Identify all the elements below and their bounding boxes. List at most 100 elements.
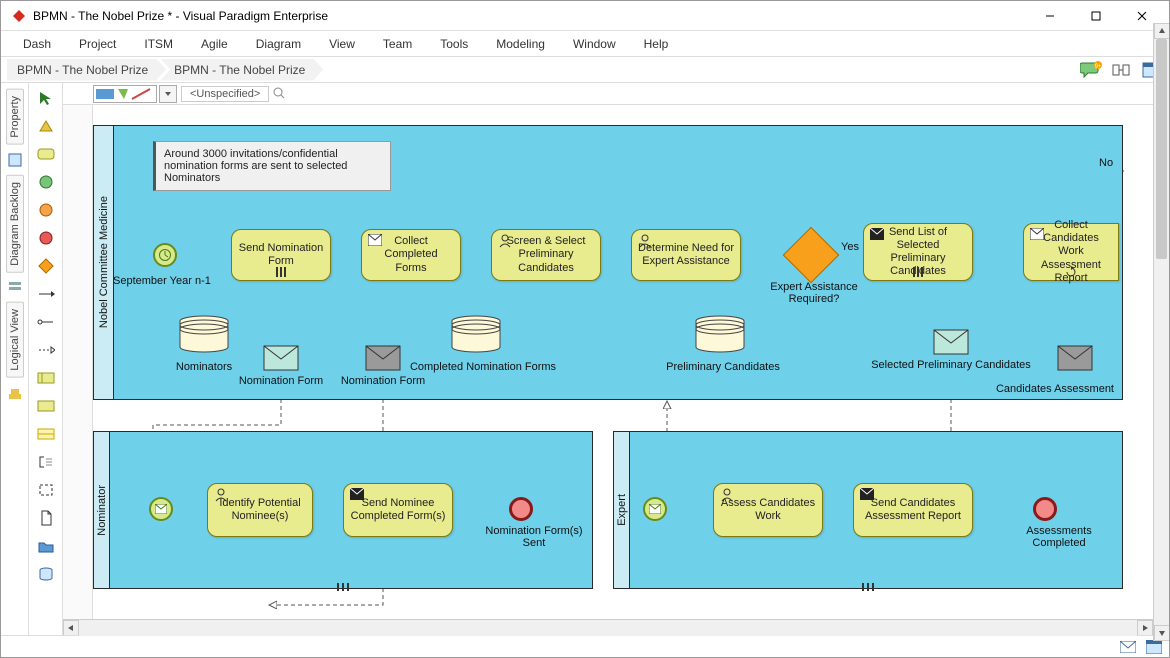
- task-send-assessment[interactable]: Send Candidates Assessment Report: [853, 483, 973, 537]
- message-icon: [368, 234, 382, 248]
- task-send-list[interactable]: Send List of Selected Preliminary Candid…: [863, 223, 973, 281]
- crumb-2[interactable]: BPMN - The Nobel Prize: [160, 59, 323, 81]
- nominator-start[interactable]: [149, 497, 173, 521]
- palette: [29, 83, 63, 635]
- vscroll-track[interactable]: [1154, 39, 1169, 625]
- sidetab-property[interactable]: Property: [6, 89, 24, 145]
- canvas-wrap: <Unspecified>: [63, 83, 1169, 635]
- menu-modeling[interactable]: Modeling: [482, 33, 559, 55]
- tool-msgflow[interactable]: [35, 339, 57, 361]
- tool-gateway[interactable]: [35, 255, 57, 277]
- tool-assoc[interactable]: [35, 311, 57, 333]
- datastore-completed-forms[interactable]: [449, 315, 503, 355]
- multi-instance-marker: [276, 267, 286, 277]
- layout-icon[interactable]: [1109, 60, 1133, 80]
- horizontal-scrollbar[interactable]: [63, 619, 1169, 635]
- tool-circle-red[interactable]: [35, 227, 57, 249]
- sidetab-backlog-icon[interactable]: [6, 278, 24, 296]
- minimize-button[interactable]: [1027, 1, 1073, 31]
- sidetab-property-icon[interactable]: [6, 151, 24, 169]
- tool-circle-green[interactable]: [35, 171, 57, 193]
- crumb-1[interactable]: BPMN - The Nobel Prize: [7, 59, 166, 81]
- menu-itsm[interactable]: ITSM: [130, 33, 187, 55]
- msg-selected-candidates[interactable]: [933, 329, 969, 355]
- expand-handle[interactable]: [328, 585, 358, 589]
- task-screen-select[interactable]: Screen & Select Preliminary Candidates: [491, 229, 601, 281]
- maximize-button[interactable]: [1073, 1, 1119, 31]
- sidetab-logical[interactable]: Logical View: [6, 302, 24, 378]
- tool-folder[interactable]: [35, 535, 57, 557]
- user-icon: [498, 234, 512, 248]
- style-dropdown[interactable]: [159, 85, 177, 103]
- menu-diagram[interactable]: Diagram: [242, 33, 315, 55]
- scroll-right[interactable]: [1137, 620, 1153, 636]
- task-determine-need[interactable]: Determine Need for Expert Assistance: [631, 229, 741, 281]
- nominator-end[interactable]: [509, 497, 533, 521]
- tool-annotation[interactable]: [35, 451, 57, 473]
- pool-expert-label: Expert: [614, 432, 630, 588]
- tool-circle-orange[interactable]: [35, 199, 57, 221]
- start-event-timer[interactable]: [153, 243, 177, 267]
- task-collect-forms[interactable]: Collect Completed Forms: [361, 229, 461, 281]
- pool-committee-label: Nobel Committee Medicine: [94, 126, 114, 399]
- datastore-preliminary-label: Preliminary Candidates: [648, 361, 798, 373]
- task-send-nomination[interactable]: Send Nomination Form: [231, 229, 331, 281]
- task-send-completed-forms[interactable]: Send Nominee Completed Form(s): [343, 483, 453, 537]
- loop-icon: [1065, 266, 1077, 278]
- tool-group[interactable]: [35, 479, 57, 501]
- hscroll-track[interactable]: [79, 620, 1137, 636]
- msg-candidates-assessment[interactable]: [1057, 345, 1093, 371]
- task-assess-work[interactable]: Assess Candidates Work: [713, 483, 823, 537]
- scroll-left[interactable]: [63, 620, 79, 636]
- sidetab-logical-icon[interactable]: [6, 384, 24, 402]
- tool-lane[interactable]: [35, 423, 57, 445]
- menu-view[interactable]: View: [315, 33, 369, 55]
- msg-nomination-form-out[interactable]: [263, 345, 299, 371]
- msg-nomination-form-in-label: Nomination Form: [333, 375, 433, 387]
- svg-text:9+: 9+: [1095, 64, 1102, 70]
- task-collect-assessment[interactable]: Collect Candidates Work Assessment Repor…: [1023, 223, 1119, 281]
- sidetab-backlog[interactable]: Diagram Backlog: [6, 175, 24, 273]
- comment-icon[interactable]: 9+: [1079, 60, 1103, 80]
- expert-start[interactable]: [643, 497, 667, 521]
- tool-pool2[interactable]: [35, 395, 57, 417]
- body: Property Diagram Backlog Logical View: [1, 83, 1169, 635]
- tool-dataobject[interactable]: [35, 507, 57, 529]
- menu-dash[interactable]: Dash: [9, 33, 65, 55]
- task-identify-nominees[interactable]: Identify Potential Nominee(s): [207, 483, 313, 537]
- multi-instance-marker: [913, 267, 923, 277]
- gateway-yes: Yes: [841, 241, 859, 253]
- expert-end[interactable]: [1033, 497, 1057, 521]
- style-swatch[interactable]: [93, 85, 157, 103]
- msg-nomination-form-out-label: Nomination Form: [231, 375, 331, 387]
- datastore-preliminary[interactable]: [693, 315, 747, 355]
- tool-triangle[interactable]: [35, 115, 57, 137]
- vscroll-thumb[interactable]: [1156, 39, 1167, 259]
- zoom-icon[interactable]: [273, 87, 287, 101]
- ruler-left: [63, 105, 93, 619]
- tool-seqflow[interactable]: [35, 283, 57, 305]
- canvas[interactable]: Nobel Committee Medicine Around 3000 inv…: [63, 105, 1169, 619]
- menu-team[interactable]: Team: [369, 33, 426, 55]
- annotation-text[interactable]: Around 3000 invitations/confidential nom…: [153, 141, 391, 191]
- msg-candidates-assessment-label: Candidates Assessment: [975, 383, 1135, 395]
- menu-tools[interactable]: Tools: [426, 33, 482, 55]
- send-icon: [350, 488, 364, 502]
- scroll-down[interactable]: [1154, 625, 1170, 641]
- menu-help[interactable]: Help: [630, 33, 683, 55]
- menu-window[interactable]: Window: [559, 33, 630, 55]
- tool-pool[interactable]: [35, 367, 57, 389]
- status-mail-icon[interactable]: [1119, 638, 1137, 656]
- menu-project[interactable]: Project: [65, 33, 130, 55]
- vertical-scrollbar[interactable]: [1153, 23, 1169, 641]
- tool-datastore[interactable]: [35, 563, 57, 585]
- style-chip[interactable]: <Unspecified>: [181, 86, 269, 102]
- scroll-up[interactable]: [1154, 23, 1170, 39]
- datastore-nominators[interactable]: [177, 315, 231, 355]
- expert-end-label: Assessments Completed: [1009, 525, 1109, 549]
- tool-rounded-rect[interactable]: [35, 143, 57, 165]
- tool-cursor[interactable]: [35, 87, 57, 109]
- expand-handle-2[interactable]: [853, 585, 883, 589]
- menu-agile[interactable]: Agile: [187, 33, 242, 55]
- msg-nomination-form-in[interactable]: [365, 345, 401, 371]
